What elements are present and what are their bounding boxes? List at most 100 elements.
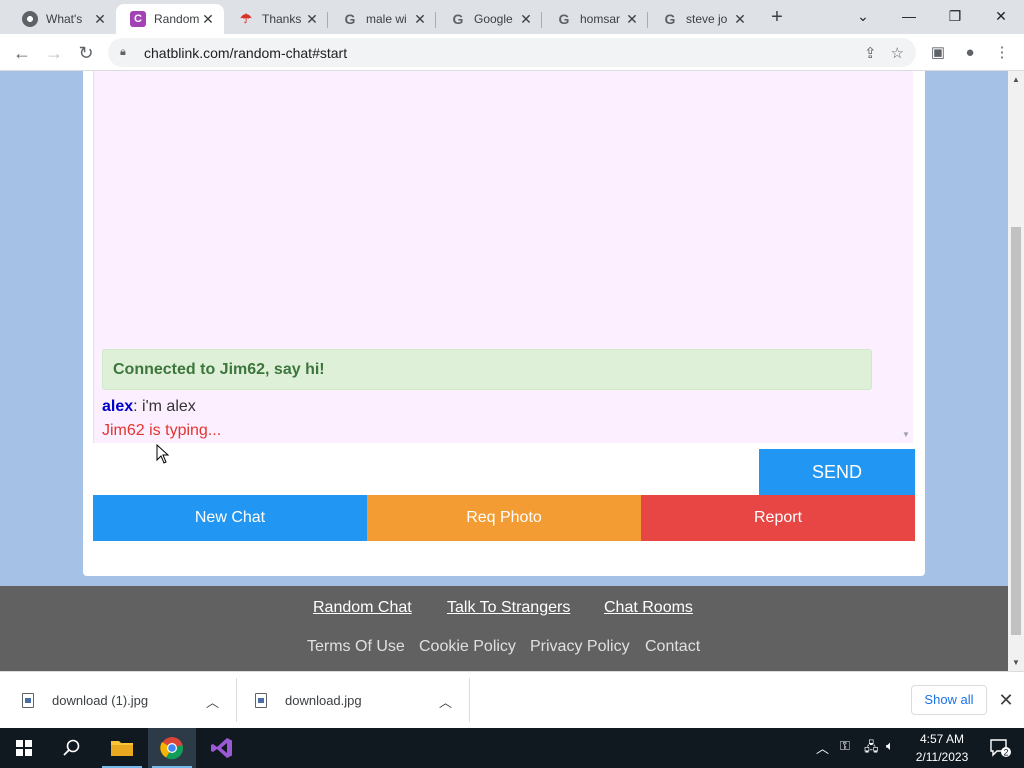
chevron-up-icon[interactable]: ︿ bbox=[439, 692, 452, 711]
scrollbar-thumb[interactable] bbox=[1011, 227, 1021, 635]
browser-tab-6[interactable]: G homsar ✕ bbox=[542, 4, 648, 34]
chat-log-scrollbar[interactable]: ▼ bbox=[899, 71, 913, 443]
start-button[interactable] bbox=[0, 728, 48, 768]
star-icon[interactable]: ☆ bbox=[891, 44, 904, 62]
thanks-icon: ☂ bbox=[240, 11, 252, 26]
notification-center-button[interactable]: 2 bbox=[976, 728, 1024, 768]
close-icon[interactable]: ✕ bbox=[200, 11, 216, 27]
send-button[interactable]: SEND bbox=[759, 449, 915, 495]
browser-tab-3[interactable]: ☂ Thanks ✕ bbox=[224, 4, 328, 34]
forward-arrow-icon[interactable]: → bbox=[40, 39, 68, 67]
tab-title: Thanks bbox=[262, 12, 302, 26]
footer-link-talk-to-strangers[interactable]: Talk To Strangers bbox=[447, 599, 570, 617]
message-input[interactable] bbox=[93, 449, 759, 495]
close-icon[interactable]: ✕ bbox=[92, 11, 108, 27]
address-bar[interactable]: 🔒︎ chatblink.com/random-chat#start ⇪ ☆ bbox=[108, 38, 916, 67]
footer-link-terms[interactable]: Terms Of Use bbox=[307, 638, 405, 656]
footer-link-privacy-policy[interactable]: Privacy Policy bbox=[530, 638, 630, 656]
window-close-icon[interactable]: ✕ bbox=[978, 0, 1024, 32]
image-file-icon bbox=[255, 692, 267, 708]
scroll-up-icon[interactable]: ▲ bbox=[1012, 75, 1020, 84]
footer-link-cookie-policy[interactable]: Cookie Policy bbox=[419, 638, 516, 656]
typing-indicator: Jim62 is typing... bbox=[102, 422, 222, 439]
taskbar-chrome[interactable] bbox=[148, 728, 196, 768]
back-arrow-icon[interactable]: ← bbox=[8, 39, 36, 67]
footer-link-contact[interactable]: Contact bbox=[645, 638, 700, 656]
download-item[interactable]: download (1).jpg bbox=[22, 678, 222, 722]
profile-icon[interactable]: ● bbox=[956, 39, 984, 67]
connected-banner: Connected to Jim62, say hi! bbox=[102, 349, 872, 390]
chatblink-icon: C bbox=[130, 11, 146, 27]
tab-title: Random bbox=[154, 12, 200, 26]
close-icon[interactable]: ✕ bbox=[624, 11, 640, 27]
close-icon[interactable]: ✕ bbox=[412, 11, 428, 27]
scroll-down-icon[interactable]: ▼ bbox=[902, 430, 910, 439]
tab-title: What's bbox=[46, 12, 83, 26]
taskbar-file-explorer[interactable] bbox=[98, 728, 146, 768]
volume-icon[interactable]: 🔈︎ bbox=[886, 738, 894, 754]
taskbar-clock[interactable]: 4:57 AM 2/11/2023 bbox=[910, 730, 974, 766]
chat-log[interactable]: Connected to Jim62, say hi! alex: i'm al… bbox=[93, 71, 913, 443]
download-filename: download.jpg bbox=[285, 692, 362, 708]
page-scrollbar[interactable]: ▲ ▼ bbox=[1008, 71, 1024, 671]
google-icon: G bbox=[558, 11, 570, 27]
minimize-icon[interactable]: — bbox=[886, 0, 932, 32]
chat-message: alex: i'm alex bbox=[102, 398, 196, 416]
browser-tab-7[interactable]: G steve jo ✕ bbox=[648, 4, 756, 34]
tab-title: homsar bbox=[580, 12, 621, 26]
close-icon[interactable]: ✕ bbox=[518, 11, 534, 27]
share-icon[interactable]: ⇪ bbox=[864, 44, 877, 62]
url-text: chatblink.com/random-chat#start bbox=[144, 44, 348, 61]
close-icon[interactable]: ✕ bbox=[996, 688, 1016, 712]
chat-card: Connected to Jim62, say hi! alex: i'm al… bbox=[83, 71, 925, 576]
reload-icon[interactable]: ↻ bbox=[72, 39, 100, 67]
taskbar-visual-studio[interactable] bbox=[198, 728, 246, 768]
chrome-icon bbox=[160, 737, 184, 760]
notification-icon: 2 bbox=[990, 739, 1011, 758]
browser-tab-strip: What's ✕ C Random ✕ ☂ Thanks ✕ G male wi… bbox=[0, 0, 1024, 34]
browser-tab-2[interactable]: C Random ✕ bbox=[116, 4, 224, 34]
chevron-up-icon[interactable]: ︿ bbox=[206, 692, 219, 711]
close-icon[interactable]: ✕ bbox=[304, 11, 320, 27]
message-author: alex bbox=[102, 398, 134, 415]
browser-toolbar: ← → ↻ 🔒︎ chatblink.com/random-chat#start… bbox=[0, 34, 1024, 71]
security-icon[interactable]: ⚿ bbox=[840, 738, 850, 754]
browser-tab-4[interactable]: G male wi ✕ bbox=[328, 4, 436, 34]
scroll-down-icon[interactable]: ▼ bbox=[1012, 658, 1020, 667]
req-photo-button[interactable]: Req Photo bbox=[367, 495, 641, 541]
restore-icon[interactable]: ❐ bbox=[932, 0, 978, 32]
mouse-cursor-icon bbox=[156, 444, 170, 464]
new-tab-button[interactable]: + bbox=[766, 6, 788, 28]
browser-tab-5[interactable]: G Google ✕ bbox=[436, 4, 542, 34]
visual-studio-icon bbox=[211, 738, 232, 758]
clock-time: 4:57 AM bbox=[919, 732, 965, 746]
new-chat-button[interactable]: New Chat bbox=[93, 495, 367, 541]
tab-title: steve jo bbox=[686, 12, 728, 26]
lock-icon: 🔒︎ bbox=[120, 46, 126, 58]
side-panel-icon[interactable]: ▣ bbox=[924, 39, 952, 67]
footer-link-random-chat[interactable]: Random Chat bbox=[313, 599, 412, 617]
report-button[interactable]: Report bbox=[641, 495, 915, 541]
download-shelf: download (1).jpg ︿ download.jpg ︿ Show a… bbox=[0, 671, 1024, 728]
show-all-button[interactable]: Show all bbox=[911, 685, 987, 715]
google-icon: G bbox=[664, 11, 676, 27]
close-icon[interactable]: ✕ bbox=[732, 11, 748, 27]
windows-taskbar: ︿ ⚿ 🖧︎ 🔈︎ 4:57 AM 2/11/2023 2 bbox=[0, 728, 1024, 768]
windows-logo-icon bbox=[16, 740, 32, 756]
page-viewport: Connected to Jim62, say hi! alex: i'm al… bbox=[0, 71, 1008, 671]
download-filename: download (1).jpg bbox=[52, 692, 149, 708]
download-item[interactable]: download.jpg bbox=[255, 678, 455, 722]
message-text: i'm alex bbox=[137, 398, 196, 415]
tab-search-icon[interactable]: ⌄ bbox=[840, 0, 886, 32]
menu-kebab-icon[interactable]: ⋮ bbox=[988, 39, 1016, 67]
search-icon bbox=[63, 739, 80, 756]
network-icon[interactable]: 🖧︎ bbox=[864, 738, 879, 760]
tab-title: male wi bbox=[366, 12, 407, 26]
chevron-up-icon[interactable]: ︿ bbox=[816, 738, 829, 757]
browser-tab-1[interactable]: What's ✕ bbox=[8, 4, 116, 34]
footer-link-chat-rooms[interactable]: Chat Rooms bbox=[604, 599, 693, 617]
image-file-icon bbox=[22, 692, 34, 708]
chrome-icon bbox=[22, 11, 38, 27]
search-button[interactable] bbox=[48, 728, 96, 768]
folder-icon bbox=[111, 741, 133, 756]
